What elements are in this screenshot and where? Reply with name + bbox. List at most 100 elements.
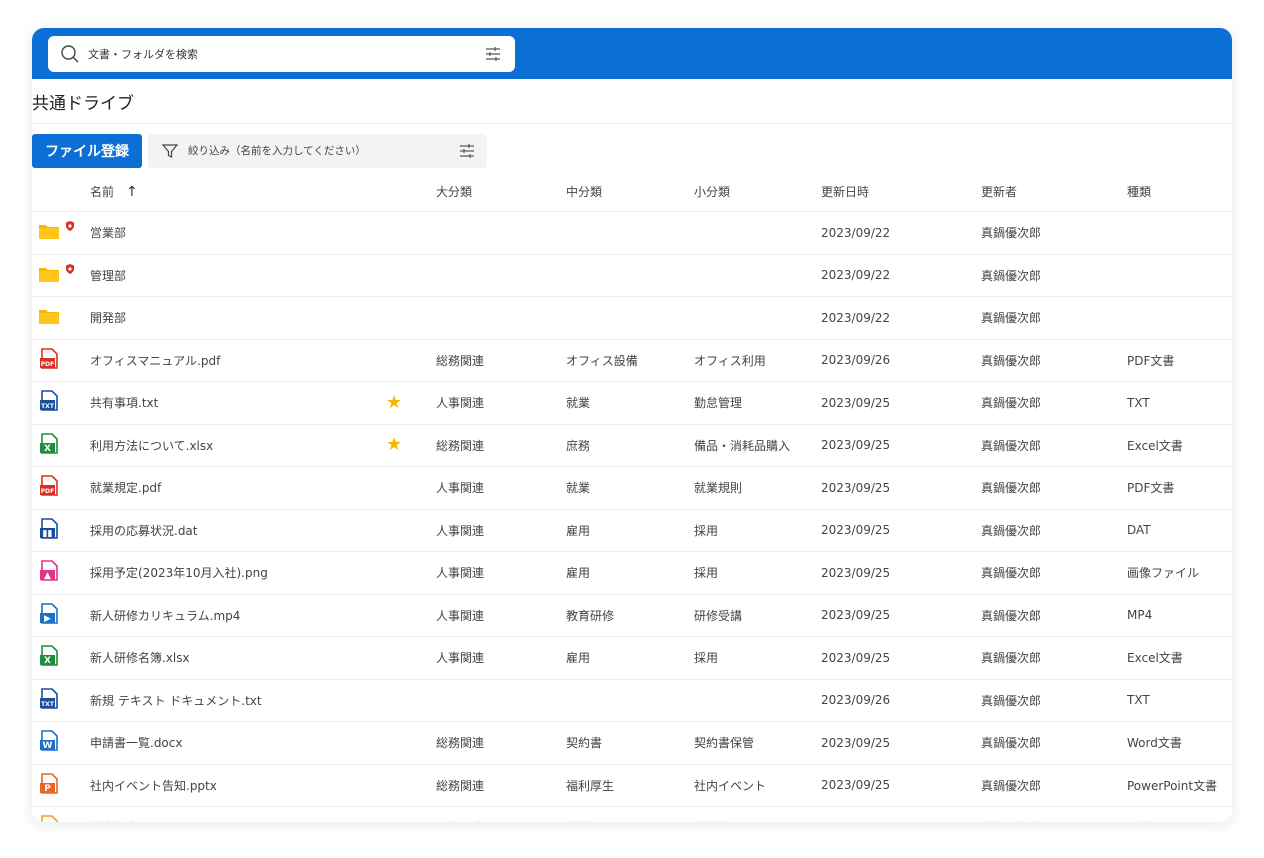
file-row[interactable]: PDF 就業規定.pdf 人事関連 就業 就業規則 2023/09/25 真鍋優次郎 PDF文… xyxy=(32,467,1232,510)
cell-user: 真鍋優次郎 xyxy=(981,651,1042,666)
cell-cat3: 社内イベント xyxy=(694,778,767,793)
svg-text:X: X xyxy=(44,444,51,454)
cell-date: 2023/09/25 xyxy=(821,523,891,538)
cell-date: 2023/09/25 xyxy=(821,480,891,495)
file-row[interactable]: 開発部 2023/09/22 真鍋優次郎 xyxy=(32,297,1232,340)
cell-cat2: 就業 xyxy=(566,819,694,822)
cell-type: Excel文書 xyxy=(1127,651,1183,666)
file-row[interactable]: P 社内イベント告知.pptx 総務関連 福利厚生 社内イベント 2023/09/25 真鍋… xyxy=(32,765,1232,807)
sort-ascending-icon[interactable]: ↑ xyxy=(126,184,138,200)
svg-text:PDF: PDF xyxy=(41,488,54,495)
excel-file-icon: X xyxy=(38,645,60,670)
restricted-badge-icon xyxy=(65,263,75,278)
file-name[interactable]: 採用の応募状況.dat xyxy=(90,522,386,539)
column-header-cat1[interactable]: 大分類 xyxy=(436,183,566,200)
cell-cat1: 総務関連 xyxy=(436,778,485,793)
cell-cat1: 人事関連 xyxy=(436,481,485,496)
cell-cat3: 就業規則 xyxy=(694,819,821,822)
cell-date: 2023/09/25 xyxy=(821,438,891,453)
search-input[interactable] xyxy=(88,47,475,61)
svg-text:P: P xyxy=(44,784,51,794)
file-name[interactable]: 開発部 xyxy=(90,309,386,326)
file-name[interactable]: 就業規定.pdf xyxy=(90,479,386,496)
filter-box[interactable] xyxy=(148,134,487,168)
cell-cat1: 総務関連 xyxy=(436,353,485,368)
cell-user: 真鍋優次郎 xyxy=(981,736,1042,751)
file-name[interactable]: 共有事項.txt xyxy=(90,394,386,411)
zip-file-icon: ZIP xyxy=(38,815,60,822)
cell-type: PDF文書 xyxy=(1127,481,1175,496)
file-row[interactable]: PDF オフィスマニュアル.pdf 総務関連 オフィス設備 オフィス利用 2023/09/… xyxy=(32,340,1232,382)
column-header-type[interactable]: 種類 xyxy=(1127,183,1227,200)
cell-user: 真鍋優次郎 xyxy=(981,566,1042,581)
filter-options-icon[interactable] xyxy=(447,142,487,160)
cell-user: 真鍋優次郎 xyxy=(981,693,1042,708)
file-name[interactable]: 申請書一覧.docx xyxy=(90,734,386,751)
word-file-icon: W xyxy=(38,730,60,755)
cell-type: MP4 xyxy=(1127,608,1153,623)
cell-date: 2023/09/25 xyxy=(821,650,891,665)
cell-cat1: 人事関連 xyxy=(436,651,485,666)
toolbar: ファイル登録 xyxy=(32,130,1232,172)
search-options-icon[interactable] xyxy=(475,36,511,72)
file-row[interactable]: ▲ 採用予定(2023年10月入社).png 人事関連 雇用 採用 2023/09/25 真… xyxy=(32,552,1232,595)
cell-cat2: 雇用 xyxy=(566,651,591,666)
favorite-star-icon[interactable]: ★ xyxy=(386,436,402,454)
file-name[interactable]: オフィスマニュアル.pdf xyxy=(90,352,386,369)
cell-user: 真鍋優次郎 xyxy=(981,778,1042,793)
file-name[interactable]: 採用予定(2023年10月入社).png xyxy=(90,564,386,581)
file-row[interactable]: 営業部 2023/09/22 真鍋優次郎 xyxy=(32,212,1232,255)
file-row[interactable]: ZIP 社内規定まとめ.zip 人事関連就業就業規則2023/09/25真鍋優次郎圧… xyxy=(32,807,1232,822)
pdf-file-icon: PDF xyxy=(38,347,60,373)
search-box[interactable] xyxy=(48,36,515,72)
search-icon[interactable] xyxy=(52,36,88,72)
file-row[interactable]: ▮▮ 採用の応募状況.dat 人事関連 雇用 採用 2023/09/25 真鍋優次郎 DAT xyxy=(32,510,1232,552)
cell-date: 2023/09/25 xyxy=(821,608,891,623)
file-name[interactable]: 新人研修名簿.xlsx xyxy=(90,649,386,666)
restricted-badge-icon xyxy=(65,220,75,235)
file-row[interactable]: X 新人研修名簿.xlsx 人事関連 雇用 採用 2023/09/25 真鍋優次郎 Excel… xyxy=(32,637,1232,680)
image-file-icon: ▲ xyxy=(38,560,60,585)
column-header-user[interactable]: 更新者 xyxy=(981,183,1127,200)
cell-user: 真鍋優次郎 xyxy=(981,353,1042,368)
file-row[interactable]: X 利用方法について.xlsx ★ 総務関連 庶務 備品・消耗品購入 2023/09/25 真… xyxy=(32,425,1232,467)
favorite-star-icon[interactable]: ★ xyxy=(386,393,402,412)
video-file-icon: ▶ xyxy=(38,602,60,628)
file-name[interactable]: 社内規定まとめ.zip xyxy=(90,819,386,822)
file-row[interactable]: W 申請書一覧.docx 総務関連 契約書 契約書保管 2023/09/25 真鍋優次郎 Wo… xyxy=(32,722,1232,765)
file-name[interactable]: 営業部 xyxy=(90,224,386,241)
cell-date: 2023/09/25 xyxy=(821,778,891,793)
folder-icon xyxy=(38,307,60,328)
cell-cat2: 雇用 xyxy=(566,523,591,538)
cell-user: 真鍋優次郎 xyxy=(981,819,1127,822)
file-name[interactable]: 新人研修カリキュラム.mp4 xyxy=(90,607,386,624)
file-row[interactable]: TXT 共有事項.txt ★ 人事関連 就業 勤怠管理 2023/09/25 真鍋優次郎 TXT xyxy=(32,382,1232,425)
column-header-cat2[interactable]: 中分類 xyxy=(566,183,694,200)
column-header-date[interactable]: 更新日時 xyxy=(821,183,981,200)
cell-cat2: 教育研修 xyxy=(566,608,615,623)
svg-text:▲: ▲ xyxy=(44,571,51,581)
cell-cat3: 採用 xyxy=(694,523,719,538)
cell-cat2: 雇用 xyxy=(566,566,591,581)
file-name[interactable]: 利用方法について.xlsx xyxy=(90,437,386,454)
cell-type: PDF文書 xyxy=(1127,353,1175,368)
file-row[interactable]: TXT 新規 テキスト ドキュメント.txt 2023/09/26 真鍋優次郎 TXT xyxy=(32,680,1232,722)
column-header-name[interactable]: 名前 ↑ xyxy=(90,183,386,200)
cell-cat2: 契約書 xyxy=(566,736,603,751)
file-name[interactable]: 管理部 xyxy=(90,267,386,284)
top-bar xyxy=(32,28,1232,79)
cell-date: 2023/09/26 xyxy=(821,693,891,708)
file-name[interactable]: 社内イベント告知.pptx xyxy=(90,777,386,794)
filter-input[interactable] xyxy=(188,145,447,157)
cell-user: 真鍋優次郎 xyxy=(981,523,1042,538)
table-header: 名前 ↑ 大分類 中分類 小分類 更新日時 更新者 種類 xyxy=(32,172,1232,212)
file-name[interactable]: 新規 テキスト ドキュメント.txt xyxy=(90,692,386,709)
cell-date: 2023/09/25 xyxy=(821,395,891,410)
cell-cat1: 総務関連 xyxy=(436,438,485,453)
file-row[interactable]: 管理部 2023/09/22 真鍋優次郎 xyxy=(32,255,1232,297)
cell-cat2: 庶務 xyxy=(566,438,591,453)
column-header-cat3[interactable]: 小分類 xyxy=(694,183,821,200)
file-row[interactable]: ▶ 新人研修カリキュラム.mp4 人事関連 教育研修 研修受講 2023/09/25 真鍋優… xyxy=(32,595,1232,637)
cell-cat1: 総務関連 xyxy=(436,736,485,751)
register-file-button[interactable]: ファイル登録 xyxy=(32,134,142,168)
